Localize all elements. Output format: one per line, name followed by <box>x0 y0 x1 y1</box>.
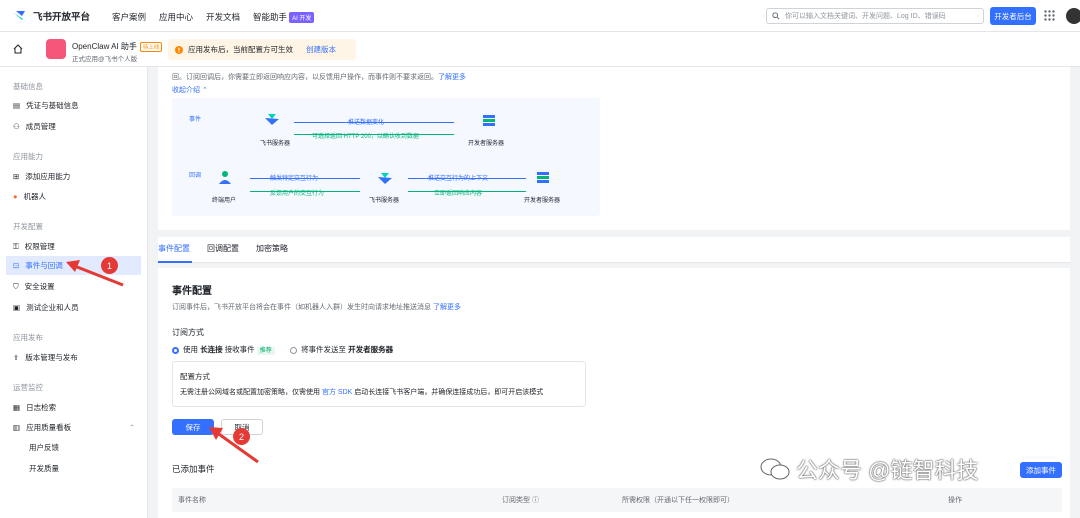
annotation-arrows <box>66 260 259 464</box>
watermark-text: 公众号 @链智科技 <box>796 458 979 483</box>
watermark: 公众号 @链智科技 <box>760 453 978 485</box>
annotation-marker-2: 2 <box>233 428 250 445</box>
wechat-icon <box>760 458 790 480</box>
annotation-marker-1: 1 <box>101 257 118 274</box>
